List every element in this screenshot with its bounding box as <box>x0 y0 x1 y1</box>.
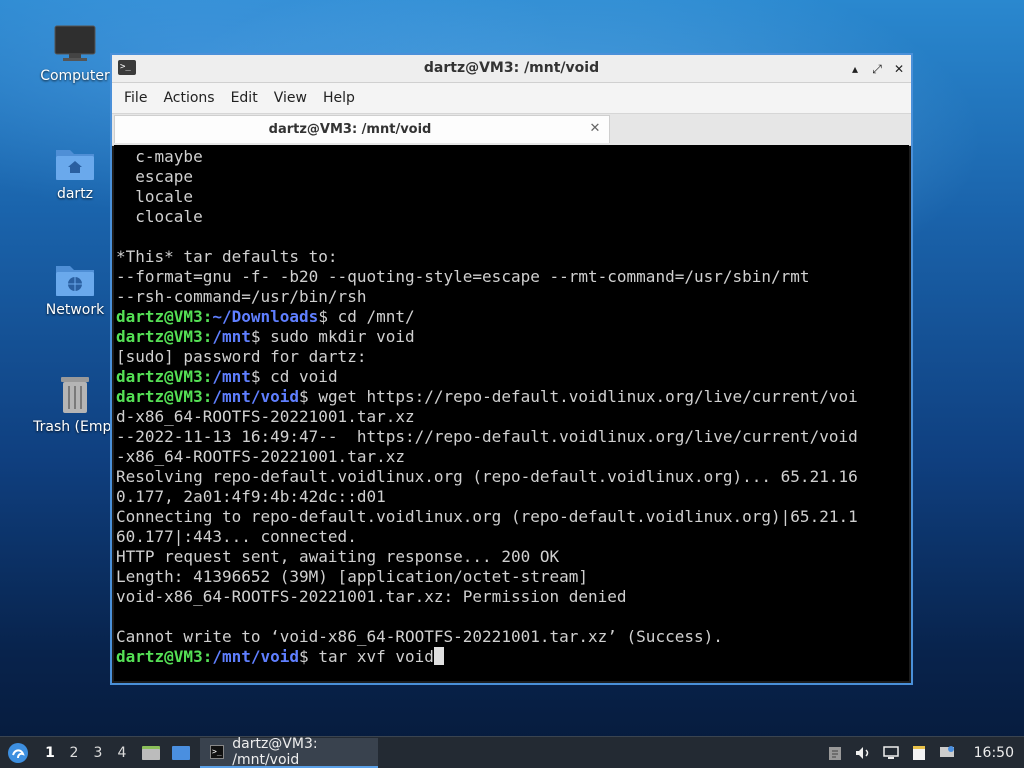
workspace-4[interactable]: 4 <box>110 745 134 761</box>
terminal-line: escape <box>116 167 194 186</box>
menu-file[interactable]: File <box>116 90 155 106</box>
close-button[interactable]: ✕ <box>891 61 907 77</box>
window-titlebar[interactable]: >_ dartz@VM3: /mnt/void ▴ ⤢ ✕ <box>112 55 911 83</box>
terminal-prompt-line: dartz@VM3:/mnt/void$ tar xvf void <box>116 647 909 667</box>
prompt-command: $ cd /mnt/ <box>318 307 415 326</box>
prompt-user: dartz@VM3 <box>116 327 203 346</box>
terminal-line: Connecting to repo-default.voidlinux.org… <box>116 507 858 526</box>
prompt-path: /mnt <box>212 327 251 346</box>
volume-icon[interactable] <box>854 744 872 762</box>
desktop-icon-label: Network <box>45 302 105 318</box>
taskbar: 1 2 3 4 >_ dartz@VM3: /mnt/void 16:50 <box>0 736 1024 768</box>
menu-bar: File Actions Edit View Help <box>112 83 911 113</box>
terminal-line: --2022-11-13 16:49:47-- https://repo-def… <box>116 427 858 446</box>
prompt-colon: : <box>202 367 213 386</box>
tab-terminal[interactable]: dartz@VM3: /mnt/void ✕ <box>114 115 610 143</box>
network-folder-icon <box>56 266 94 296</box>
terminal-cursor <box>433 647 444 665</box>
terminal-line: void-x86_64-ROOTFS-20221001.tar.xz: Perm… <box>116 587 627 606</box>
tab-close-icon[interactable]: ✕ <box>587 121 603 137</box>
network-icon[interactable] <box>882 744 900 762</box>
prompt-path: /mnt/void <box>212 647 300 666</box>
terminal-line: HTTP request sent, awaiting response... … <box>116 547 560 566</box>
desktop-icon-computer[interactable]: Computer <box>27 24 123 84</box>
taskbar-task-terminal[interactable]: >_ dartz@VM3: /mnt/void <box>200 735 378 768</box>
task-label: dartz@VM3: /mnt/void <box>232 735 318 768</box>
desktop-icon-label: dartz <box>56 186 94 202</box>
terminal-line: Resolving repo-default.voidlinux.org (re… <box>116 467 858 486</box>
terminal-prompt-line: dartz@VM3:/mnt$ cd void <box>116 367 909 387</box>
prompt-command: $ tar xvf void <box>299 647 434 666</box>
tab-bar: dartz@VM3: /mnt/void ✕ <box>112 113 911 146</box>
menu-edit[interactable]: Edit <box>223 90 266 106</box>
show-desktop-icon[interactable] <box>170 743 192 763</box>
terminal-line: *This* tar defaults to: <box>116 247 338 266</box>
menu-help[interactable]: Help <box>315 90 363 106</box>
home-folder-icon <box>56 150 94 180</box>
clipboard-icon[interactable] <box>826 744 844 762</box>
desktop-icon-label: Trash (Empt <box>33 419 117 435</box>
prompt-colon: : <box>202 327 213 346</box>
workspace-3[interactable]: 3 <box>86 745 110 761</box>
prompt-command: $ sudo mkdir void <box>250 327 415 346</box>
prompt-colon: : <box>202 387 213 406</box>
tab-label: dartz@VM3: /mnt/void <box>268 122 432 137</box>
prompt-path: /mnt <box>212 367 251 386</box>
window-controls: ▴ ⤢ ✕ <box>847 55 907 82</box>
prompt-colon: : <box>202 307 213 326</box>
desktop-icon-home[interactable]: dartz <box>27 142 123 202</box>
terminal-line: [sudo] password for dartz: <box>116 347 367 366</box>
maximize-button[interactable]: ⤢ <box>869 61 885 77</box>
prompt-user: dartz@VM3 <box>116 387 203 406</box>
terminal-output[interactable]: c-maybe escape locale clocale *This* tar … <box>114 145 909 681</box>
terminal-line: Cannot write to ‘void-x86_64-ROOTFS-2022… <box>116 627 723 646</box>
window-title: dartz@VM3: /mnt/void <box>423 60 600 76</box>
workspace-1[interactable]: 1 <box>38 745 62 761</box>
desktop-icon-trash[interactable]: Trash (Empt <box>27 373 123 435</box>
prompt-user: dartz@VM3 <box>116 367 203 386</box>
desktop-icon-network[interactable]: Network <box>27 258 123 318</box>
terminal-line: --format=gnu -f- -b20 --quoting-style=es… <box>116 267 810 286</box>
system-tray: 16:50 <box>826 744 1024 762</box>
menu-view[interactable]: View <box>266 90 315 106</box>
prompt-colon: : <box>202 647 213 666</box>
terminal-prompt-line: dartz@VM3:/mnt/void$ wget https://repo-d… <box>116 387 909 407</box>
terminal-line: locale <box>116 187 194 206</box>
terminal-line: d-x86_64-ROOTFS-20221001.tar.xz <box>116 407 415 426</box>
trash-icon <box>61 377 89 413</box>
prompt-user: dartz@VM3 <box>116 307 203 326</box>
desktop-icon-label: Computer <box>40 68 110 84</box>
notes-icon[interactable] <box>910 744 928 762</box>
workspace-2[interactable]: 2 <box>62 745 86 761</box>
prompt-path: /mnt/void <box>212 387 300 406</box>
computer-icon <box>54 25 96 61</box>
terminal-line: 60.177|:443... connected. <box>116 527 357 546</box>
prompt-path: ~/Downloads <box>212 307 319 326</box>
notification-icon[interactable] <box>938 744 956 762</box>
terminal-line: --rsh-command=/usr/bin/rsh <box>116 287 367 306</box>
prompt-command: $ cd void <box>250 367 338 386</box>
terminal-line: 0.177, 2a01:4f9:4b:42dc::d01 <box>116 487 386 506</box>
terminal-window[interactable]: >_ dartz@VM3: /mnt/void ▴ ⤢ ✕ File Actio… <box>110 53 913 685</box>
terminal-line: clocale <box>116 207 203 226</box>
terminal-line: -x86_64-ROOTFS-20221001.tar.xz <box>116 447 405 466</box>
minimize-button[interactable]: ▴ <box>847 61 863 77</box>
clock[interactable]: 16:50 <box>974 745 1014 761</box>
terminal-prompt-line: dartz@VM3:/mnt$ sudo mkdir void <box>116 327 909 347</box>
terminal-line: Length: 41396652 (39M) [application/octe… <box>116 567 589 586</box>
prompt-command: $ wget https://repo-default.voidlinux.or… <box>299 387 858 406</box>
terminal-line: c-maybe <box>116 147 203 166</box>
terminal-prompt-line: dartz@VM3:~/Downloads$ cd /mnt/ <box>116 307 909 327</box>
app-menu-icon[interactable] <box>6 741 30 765</box>
file-manager-icon[interactable] <box>140 743 162 763</box>
prompt-user: dartz@VM3 <box>116 647 203 666</box>
menu-actions[interactable]: Actions <box>155 90 222 106</box>
terminal-icon: >_ <box>210 744 225 759</box>
